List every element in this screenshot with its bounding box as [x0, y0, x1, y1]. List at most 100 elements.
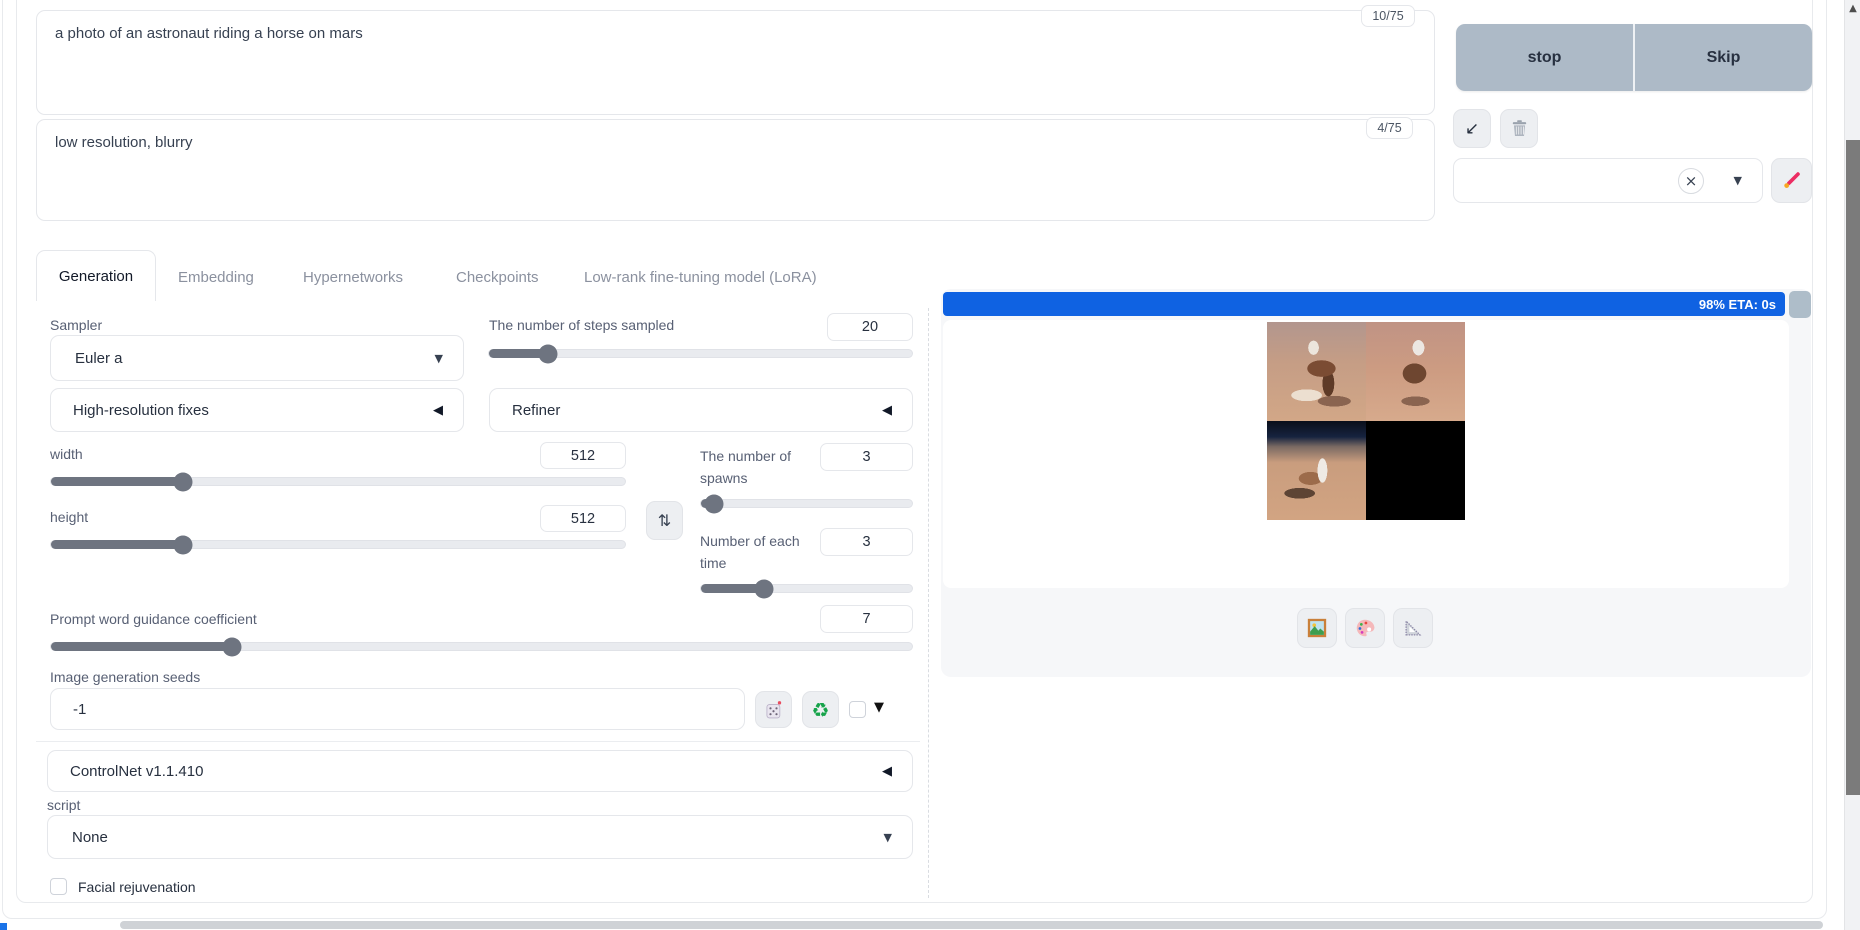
framed-picture-icon — [1307, 618, 1327, 638]
controlnet-accordion[interactable]: ControlNet v1.1.410 ◀ — [47, 750, 913, 792]
stop-button[interactable]: stop — [1456, 24, 1633, 91]
script-value: None — [72, 828, 108, 846]
slider-fill — [51, 540, 184, 549]
corner-chip — [0, 923, 7, 930]
reuse-seed-button[interactable]: ♻ — [802, 691, 839, 728]
dice-icon — [766, 700, 781, 718]
height-input[interactable]: 512 — [540, 505, 626, 532]
progress-bar: 98% ETA: 0s — [943, 291, 1811, 319]
chevron-down-icon: ▼ — [1733, 174, 1742, 187]
vertical-scrollbar[interactable]: ▲ — [1844, 0, 1860, 930]
refiner-accordion[interactable]: Refiner ◀ — [489, 388, 913, 432]
palette-icon — [1356, 619, 1375, 637]
batch-size-input[interactable]: 3 — [820, 528, 913, 556]
save-image-button[interactable] — [1345, 608, 1385, 648]
script-dropdown[interactable]: None ▼ — [47, 815, 913, 859]
swap-width-height-button[interactable]: ⇅ — [646, 501, 683, 540]
generated-image-2[interactable] — [1366, 322, 1465, 421]
clear-styles-button[interactable]: × — [1678, 167, 1704, 194]
batch-size-slider[interactable] — [700, 579, 913, 598]
generate-action-group: stop Skip — [1456, 24, 1812, 91]
negative-prompt-token-counter: 4/75 — [1366, 117, 1413, 139]
tab-generation[interactable]: Generation — [36, 250, 156, 301]
styles-dropdown[interactable]: × ▼ — [1453, 158, 1763, 203]
width-input[interactable]: 512 — [540, 442, 626, 469]
batch-count-label: The number of spawns — [700, 448, 792, 486]
slider-fill — [51, 477, 184, 486]
batch-count-input[interactable]: 3 — [820, 443, 913, 471]
refiner-label: Refiner — [512, 401, 561, 419]
tab-lora[interactable]: Low-rank fine-tuning model (LoRA) — [584, 269, 817, 286]
progress-text: 98% ETA: 0s — [1698, 296, 1776, 312]
column-divider — [928, 308, 929, 898]
accordion-collapsed-icon: ◀ — [882, 402, 892, 418]
paintbrush-icon — [1783, 171, 1800, 188]
prompt-input[interactable]: a photo of an astronaut riding a horse o… — [36, 10, 1435, 115]
chevron-down-icon: ▼ — [434, 351, 443, 365]
steps-label: The number of steps sampled — [489, 317, 675, 333]
face-restore-label: Facial rejuvenation — [78, 879, 196, 895]
send-to-extras-button[interactable] — [1393, 608, 1433, 648]
slider-handle[interactable] — [173, 535, 193, 554]
width-label: width — [50, 446, 83, 462]
height-label: height — [50, 509, 89, 525]
cfg-input[interactable]: 7 — [820, 605, 913, 633]
slider-handle[interactable] — [538, 344, 558, 363]
batch-count-slider[interactable] — [700, 494, 913, 513]
batch-size-label: Number of each time — [700, 533, 800, 571]
skip-button[interactable]: Skip — [1635, 24, 1812, 91]
apply-style-button[interactable] — [1771, 158, 1812, 203]
slider-handle[interactable] — [754, 579, 774, 598]
seed-value: -1 — [73, 700, 87, 718]
triangular-ruler-icon — [1405, 619, 1422, 636]
chevron-down-icon: ▼ — [883, 830, 892, 844]
steps-slider[interactable] — [488, 344, 913, 363]
slider-handle[interactable] — [222, 637, 242, 656]
slider-handle[interactable] — [173, 472, 193, 491]
height-slider[interactable] — [50, 535, 626, 554]
tab-checkpoints[interactable]: Checkpoints — [456, 269, 539, 286]
cfg-slider[interactable] — [50, 637, 913, 656]
section-divider — [36, 741, 920, 742]
slider-fill — [51, 642, 232, 651]
face-restore-checkbox[interactable] — [50, 878, 67, 895]
recycle-icon: ♻ — [811, 697, 830, 722]
random-seed-button[interactable] — [755, 691, 792, 728]
vertical-scrollbar-thumb[interactable] — [1846, 140, 1860, 795]
extra-seed-checkbox[interactable] — [849, 701, 866, 718]
output-image-grid — [1267, 322, 1465, 520]
generated-image-4[interactable] — [1366, 421, 1465, 520]
progress-remainder — [1789, 291, 1811, 318]
sampler-dropdown[interactable]: Euler a ▼ — [50, 335, 464, 381]
swap-arrows-icon: ⇅ — [657, 511, 672, 530]
controlnet-label: ControlNet v1.1.410 — [70, 762, 204, 780]
accordion-collapsed-icon: ◀ — [882, 763, 892, 779]
hires-fix-accordion[interactable]: High-resolution fixes ◀ — [50, 388, 464, 432]
tab-embedding[interactable]: Embedding — [178, 269, 254, 286]
clear-prompt-button[interactable] — [1500, 109, 1538, 148]
sampler-value: Euler a — [75, 349, 123, 367]
generated-image-3[interactable] — [1267, 421, 1366, 520]
txt2img-page: a photo of an astronaut riding a horse o… — [0, 0, 1860, 930]
steps-input[interactable]: 20 — [827, 313, 913, 341]
width-slider[interactable] — [50, 472, 626, 491]
slider-handle[interactable] — [704, 494, 724, 513]
open-folder-button[interactable] — [1297, 608, 1337, 648]
horizontal-scrollbar-thumb[interactable] — [120, 921, 1823, 929]
script-label: script — [47, 797, 81, 813]
negative-prompt-input[interactable]: low resolution, blurry — [36, 119, 1435, 221]
prompt-token-counter: 10/75 — [1361, 5, 1415, 27]
cfg-label: Prompt word guidance coefficient — [50, 611, 257, 627]
generated-image-1[interactable] — [1267, 322, 1366, 421]
accordion-collapsed-icon: ◀ — [433, 402, 443, 418]
seed-extra-caret-icon[interactable]: ▼ — [874, 700, 884, 715]
seed-input[interactable]: -1 — [50, 688, 745, 730]
scroll-up-icon[interactable]: ▲ — [1845, 3, 1860, 14]
restore-prompt-button[interactable]: ↙ — [1453, 109, 1491, 148]
tab-hypernetworks[interactable]: Hypernetworks — [303, 269, 403, 286]
sampler-label: Sampler — [50, 317, 103, 333]
trash-icon — [1512, 120, 1526, 137]
progress-fill: 98% ETA: 0s — [943, 292, 1785, 316]
hires-fix-label: High-resolution fixes — [73, 401, 209, 419]
seed-label: Image generation seeds — [50, 669, 201, 685]
